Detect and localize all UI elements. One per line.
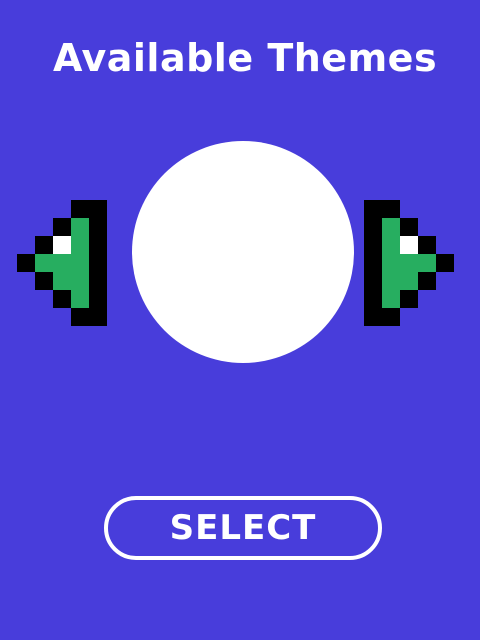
pixel-arrow-left-icon (17, 200, 107, 326)
theme-preview-circle (132, 141, 354, 363)
next-theme-button[interactable] (364, 200, 454, 326)
page-title: Available Themes (52, 36, 438, 80)
pixel-arrow-right-icon (364, 200, 454, 326)
previous-theme-button[interactable] (17, 200, 107, 326)
select-button[interactable]: SELECT (104, 496, 382, 560)
